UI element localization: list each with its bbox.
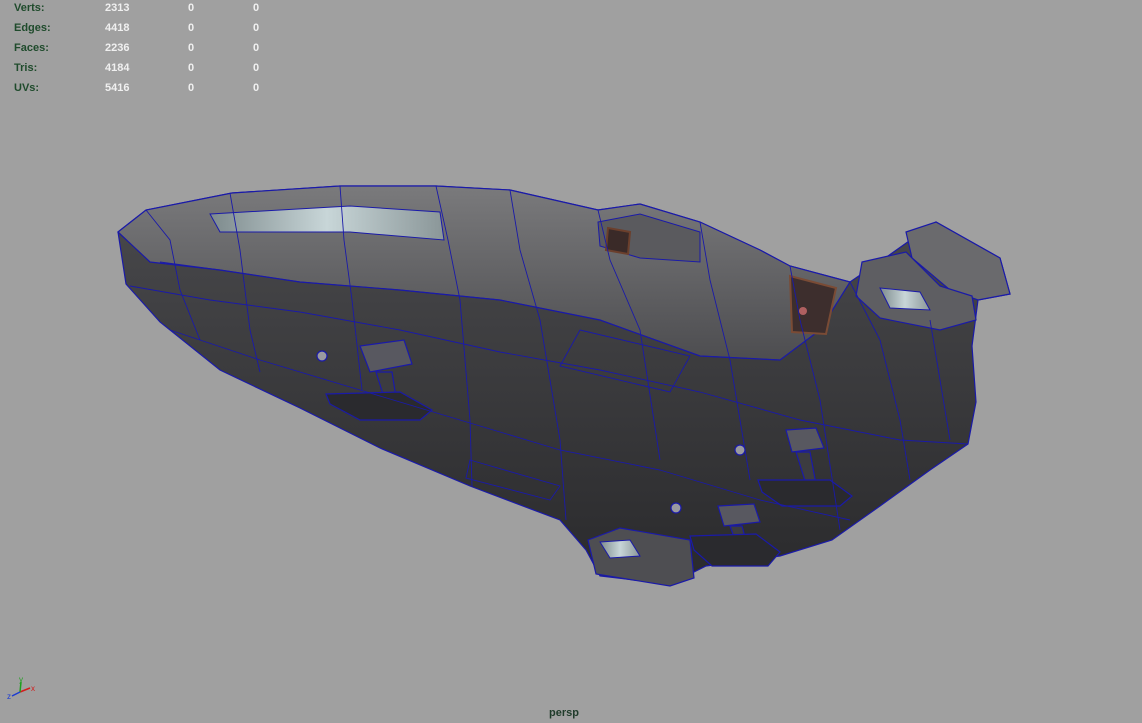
hud-value: 0 <box>253 2 260 14</box>
hud-value: 0 <box>253 62 260 74</box>
hud-value: 0 <box>188 82 195 94</box>
spaceship-model[interactable] <box>0 0 1142 723</box>
camera-name-label: persp <box>549 707 579 719</box>
hud-value: 4184 <box>105 62 130 74</box>
poly-count-hud: Verts: 2313 0 0 Edges: 4418 0 0 Faces: 2… <box>0 0 270 100</box>
axis-gizmo-icon: x y z <box>7 676 35 701</box>
hud-value: 5416 <box>105 82 130 94</box>
hud-value: 0 <box>188 2 195 14</box>
hud-value: 2236 <box>105 42 130 54</box>
axis-z-label: z <box>7 692 11 701</box>
hud-label: Faces: <box>14 42 49 54</box>
cabin-window <box>604 226 632 256</box>
hud-row-verts: Verts: 2313 0 0 <box>0 0 270 20</box>
hud-label: Edges: <box>14 22 51 34</box>
hud-value: 2313 <box>105 2 130 14</box>
hud-value: 0 <box>253 42 260 54</box>
hud-row-faces: Faces: 2236 0 0 <box>0 40 270 60</box>
hud-value: 0 <box>253 22 260 34</box>
perspective-viewport[interactable]: Verts: 2313 0 0 Edges: 4418 0 0 Faces: 2… <box>0 0 1142 723</box>
hud-value: 0 <box>188 62 195 74</box>
hud-label: UVs: <box>14 82 40 94</box>
hud-label: Verts: <box>14 2 45 14</box>
hud-row-tris: Tris: 4184 0 0 <box>0 60 270 80</box>
hud-label: Tris: <box>14 62 38 74</box>
hud-value: 0 <box>188 42 195 54</box>
axis-y-label: y <box>19 676 23 684</box>
hud-value: 0 <box>253 82 260 94</box>
axis-x-label: x <box>31 684 35 693</box>
hud-row-edges: Edges: 4418 0 0 <box>0 20 270 40</box>
hud-value: 4418 <box>105 22 130 34</box>
hud-row-uvs: UVs: 5416 0 0 <box>0 80 270 100</box>
hud-value: 0 <box>188 22 195 34</box>
